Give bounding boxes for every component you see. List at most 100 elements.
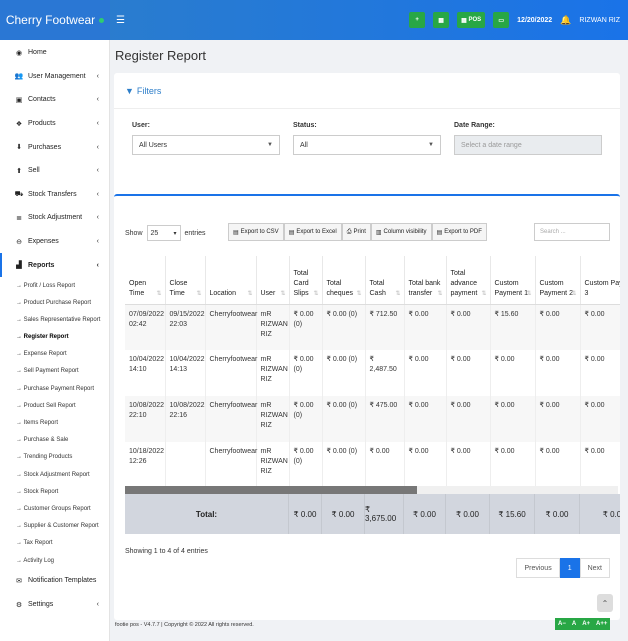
envelope-icon: ✉ bbox=[16, 577, 22, 585]
sidebar-subitem[interactable]: → Customer Groups Report bbox=[0, 500, 109, 517]
sidebar-item-expenses[interactable]: ⊖ Expenses ‹ bbox=[0, 230, 109, 254]
entries-length: Show 25 ▾ entries bbox=[125, 225, 206, 241]
export-excel-button[interactable]: ▤ Export to Excel bbox=[283, 223, 342, 241]
chevron-left-icon: ‹ bbox=[96, 120, 99, 128]
sidebar-item-reports[interactable]: ▟ Reports ‹ bbox=[0, 253, 109, 277]
sidebar-item-user-management[interactable]: 👥 User Management ‹ bbox=[0, 65, 109, 89]
status-select[interactable]: All ▼ bbox=[293, 135, 441, 155]
column-header[interactable]: Total Card Slips ⇅ bbox=[289, 256, 323, 305]
date-range-input[interactable]: Select a date range bbox=[454, 135, 602, 155]
sidebar-subitem[interactable]: → Purchase Payment Report bbox=[0, 380, 109, 397]
column-header[interactable]: Total bank transfer ⇅ bbox=[404, 256, 447, 305]
sidebar-subitem[interactable]: → Activity Log bbox=[0, 552, 109, 569]
sidebar-subitem[interactable]: → Register Report bbox=[0, 329, 109, 346]
table-cell: Cherryfootwear bbox=[205, 304, 257, 350]
filters-toggle[interactable]: ▼ Filters bbox=[114, 73, 620, 109]
search-input[interactable]: Search ... bbox=[534, 223, 610, 241]
sidebar-subitem[interactable]: → Stock Adjustment Report bbox=[0, 466, 109, 483]
font-increase-more-button[interactable]: A++ bbox=[593, 618, 611, 630]
sidebar-item-products[interactable]: ❖ Products ‹ bbox=[0, 112, 109, 136]
filters-heading: Filters bbox=[136, 85, 162, 96]
sidebar-subitem[interactable]: → Supplier & Customer Report bbox=[0, 518, 109, 535]
scrollbar-thumb[interactable] bbox=[125, 486, 417, 494]
column-header[interactable]: Location ⇅ bbox=[205, 256, 257, 305]
column-header[interactable]: Custom Payment 3⇅ bbox=[580, 256, 620, 305]
sidebar-subitem[interactable]: → Expense Report bbox=[0, 346, 109, 363]
total-value: ₹ 15.60 bbox=[490, 494, 535, 534]
sort-icon: ⇅ bbox=[356, 290, 362, 297]
excel-icon: ▤ bbox=[288, 229, 295, 236]
table-cell: 10/18/2022 12:26 bbox=[125, 442, 166, 488]
sidebar-subitem[interactable]: → Tax Report bbox=[0, 535, 109, 552]
export-pdf-button[interactable]: ▤ Export to PDF bbox=[431, 223, 487, 241]
total-value: ₹ 0.0 bbox=[580, 494, 620, 534]
column-header[interactable]: Total cheques ⇅ bbox=[322, 256, 366, 305]
pagination-page-1[interactable]: 1 bbox=[559, 558, 580, 578]
print-button[interactable]: ⎙ Print bbox=[341, 223, 371, 241]
sidebar-subitem[interactable]: → Sell Payment Report bbox=[0, 363, 109, 380]
export-csv-button[interactable]: ▤ Export to CSV bbox=[228, 223, 284, 241]
font-increase-button[interactable]: A+ bbox=[579, 618, 594, 630]
column-header[interactable]: Total advance payment ⇅ bbox=[446, 256, 491, 305]
sidebar-subitem[interactable]: → Purchase & Sale bbox=[0, 432, 109, 449]
hamburger-icon[interactable]: ☰ bbox=[116, 15, 125, 26]
table-cell: ₹ 712.50 bbox=[365, 304, 405, 350]
pos-button[interactable]: ▦ POS bbox=[457, 12, 486, 28]
sidebar-item-settings[interactable]: ⚙ Settings ‹ bbox=[0, 593, 109, 617]
cash-icon[interactable]: ▭ bbox=[493, 12, 510, 28]
sort-icon: ⇅ bbox=[437, 290, 443, 297]
pagination-previous[interactable]: Previous bbox=[516, 558, 560, 578]
font-decrease-button[interactable]: A− bbox=[555, 618, 569, 630]
sidebar-item-stock-transfers[interactable]: ⛟ Stock Transfers ‹ bbox=[0, 183, 109, 207]
chevron-left-icon: ‹ bbox=[96, 601, 99, 609]
sort-icon: ⇅ bbox=[571, 290, 577, 297]
reports-submenu: → Profit / Loss Report → Product Purchase… bbox=[0, 277, 109, 569]
sidebar-item-notification-templates[interactable]: ✉ Notification Templates bbox=[0, 569, 109, 593]
table-cell: mR RIZWAN RIZ bbox=[256, 442, 290, 488]
font-size-controls: A− A A+ A++ bbox=[555, 618, 611, 630]
button-label: Column visibility bbox=[383, 229, 427, 235]
column-header[interactable]: Total Cash ⇅ bbox=[365, 256, 405, 305]
search-placeholder: Search ... bbox=[540, 229, 566, 235]
sidebar-item-purchases[interactable]: ⬇ Purchases ‹ bbox=[0, 135, 109, 159]
button-label: Export to CSV bbox=[240, 229, 279, 235]
status-select-value: All bbox=[300, 141, 308, 149]
user-select[interactable]: All Users ▼ bbox=[132, 135, 280, 155]
sidebar-subitem[interactable]: → Profit / Loss Report bbox=[0, 277, 109, 294]
sidebar-item-sell[interactable]: ⬆ Sell ‹ bbox=[0, 159, 109, 183]
column-header[interactable]: Close Time ⇅ bbox=[165, 256, 206, 305]
column-header[interactable]: Custom Payment 1 ⇅ bbox=[490, 256, 536, 305]
column-visibility-button[interactable]: ▥ Column visibility bbox=[370, 223, 432, 241]
scroll-to-top-button[interactable]: ⌃ bbox=[597, 594, 613, 612]
table-cell: ₹ 0.00 bbox=[580, 442, 620, 488]
sort-icon: ⇅ bbox=[526, 290, 532, 297]
user-menu[interactable]: RIZWAN RIZ bbox=[579, 17, 620, 24]
sidebar-subitem[interactable]: → Product Sell Report bbox=[0, 397, 109, 414]
total-label: Total: bbox=[125, 494, 289, 534]
arrow-circle-up-icon: ⬆ bbox=[16, 167, 22, 175]
horizontal-scrollbar[interactable] bbox=[125, 486, 618, 494]
page-title: Register Report bbox=[115, 48, 207, 63]
footer-copyright: footie pos - V4.7.7 | Copyright © 2022 A… bbox=[115, 622, 254, 628]
font-reset-button[interactable]: A bbox=[568, 618, 580, 630]
column-header[interactable]: Custom Payment 2 ⇅ bbox=[535, 256, 581, 305]
table-cell: ₹ 0.00 bbox=[580, 304, 620, 350]
caret-down-icon: ▼ bbox=[428, 142, 434, 148]
sidebar-subitem[interactable]: → Sales Representative Report bbox=[0, 311, 109, 328]
sidebar-item-contacts[interactable]: ▣ Contacts ‹ bbox=[0, 88, 109, 112]
sidebar-subitem[interactable]: → Trending Products bbox=[0, 449, 109, 466]
calculator-icon[interactable]: ▦ bbox=[433, 12, 450, 28]
sidebar-subitem[interactable]: → Items Report bbox=[0, 414, 109, 431]
minus-circle-icon: ⊖ bbox=[16, 238, 22, 246]
brand-logo[interactable]: Cherry Footwear bbox=[0, 0, 110, 40]
bell-icon[interactable]: 🔔 bbox=[560, 15, 571, 26]
column-header[interactable]: User ⇅ bbox=[256, 256, 290, 305]
entries-select[interactable]: 25 ▾ bbox=[146, 225, 181, 241]
column-header[interactable]: Open Time ⇅ bbox=[125, 256, 166, 305]
sidebar-item-home[interactable]: ◉ Home bbox=[0, 41, 109, 65]
add-icon[interactable]: + bbox=[409, 12, 426, 28]
pagination-next[interactable]: Next bbox=[579, 558, 610, 578]
sidebar-item-stock-adjustment[interactable]: ≣ Stock Adjustment ‹ bbox=[0, 206, 109, 230]
sidebar-subitem[interactable]: → Stock Report bbox=[0, 483, 109, 500]
sidebar-subitem[interactable]: → Product Purchase Report bbox=[0, 294, 109, 311]
